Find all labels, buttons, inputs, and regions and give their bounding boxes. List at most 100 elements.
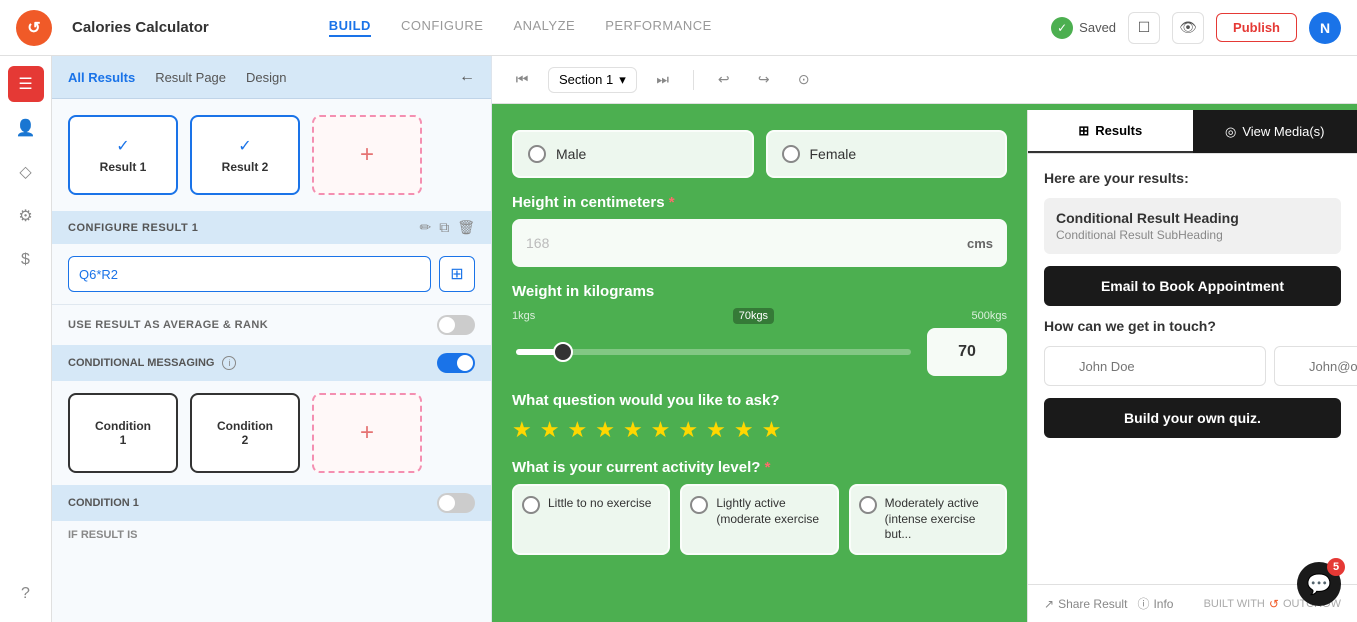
female-label: Female bbox=[810, 146, 857, 162]
activity3-label: Moderately active (intense exercise but.… bbox=[885, 496, 997, 543]
star-9[interactable]: ★ bbox=[734, 417, 754, 443]
activity1-label: Little to no exercise bbox=[548, 496, 651, 512]
email-input[interactable] bbox=[1274, 346, 1357, 386]
results-side-panel: ⊞ Results ◎ View Media(s) Here are your … bbox=[1027, 110, 1357, 622]
result2-label: Result 2 bbox=[222, 160, 269, 174]
user-icon-btn[interactable]: ⊙ bbox=[790, 66, 818, 94]
star-3[interactable]: ★ bbox=[567, 417, 587, 443]
preview-area: ⏮ Section 1 ▾ ⏭ ↩ ↪ ⊙ Male bbox=[492, 56, 1357, 622]
view-media-btn[interactable]: ◎ View Media(s) bbox=[1193, 110, 1357, 153]
panel-header: All Results Result Page Design ← bbox=[52, 56, 491, 99]
formula-input[interactable] bbox=[68, 256, 431, 292]
nav-build[interactable]: BUILD bbox=[329, 18, 371, 37]
publish-button[interactable]: Publish bbox=[1216, 13, 1297, 42]
activity-option-1[interactable]: Little to no exercise bbox=[512, 484, 670, 555]
result-card-2[interactable]: ✓ Result 2 bbox=[190, 115, 300, 195]
condition-cards-row: Condition 1 Condition 2 + bbox=[52, 381, 491, 485]
activity3-radio[interactable] bbox=[859, 496, 877, 514]
user-avatar[interactable]: N bbox=[1309, 12, 1341, 44]
activity2-radio[interactable] bbox=[690, 496, 708, 514]
condition1-toggle[interactable] bbox=[437, 493, 475, 513]
outcrow-icon: ↺ bbox=[1269, 597, 1279, 611]
results-body: Here are your results: Conditional Resul… bbox=[1028, 154, 1357, 454]
undo-btn[interactable]: ↩ bbox=[710, 66, 738, 94]
female-option[interactable]: Female bbox=[766, 130, 1008, 178]
section-select[interactable]: Section 1 ▾ bbox=[548, 67, 637, 93]
average-rank-toggle[interactable] bbox=[437, 315, 475, 335]
email-book-btn[interactable]: Email to Book Appointment bbox=[1044, 266, 1341, 306]
nav-analyze[interactable]: ANALYZE bbox=[513, 18, 575, 37]
gender-row: Male Female bbox=[512, 130, 1007, 178]
female-radio[interactable] bbox=[782, 145, 800, 163]
result-cards-row: ✓ Result 1 ✓ Result 2 + bbox=[52, 99, 491, 211]
condition-card-2[interactable]: Condition 2 bbox=[190, 393, 300, 473]
tab-design[interactable]: Design bbox=[246, 70, 286, 85]
condition1-label: Condition 1 bbox=[95, 419, 151, 447]
height-input-row[interactable]: 168 cms bbox=[512, 219, 1007, 267]
star-7[interactable]: ★ bbox=[678, 417, 698, 443]
slider-thumb[interactable] bbox=[553, 342, 573, 362]
conditional-messaging-header: CONDITIONAL MESSAGING i bbox=[52, 345, 491, 381]
redo-btn[interactable]: ↪ bbox=[750, 66, 778, 94]
star-10[interactable]: ★ bbox=[762, 417, 782, 443]
sidebar-item-person[interactable]: 👤 bbox=[8, 110, 44, 146]
weight-max-label: 500kgs bbox=[972, 310, 1007, 322]
configure-result-actions: ✏ ⧉ 🗑 bbox=[419, 219, 475, 236]
build-quiz-btn[interactable]: Build your own quiz. bbox=[1044, 398, 1341, 438]
formula-row: ⊞ bbox=[52, 244, 491, 304]
share-result-link[interactable]: ↗ Share Result bbox=[1044, 595, 1127, 612]
formula-icon-btn[interactable]: ⊞ bbox=[439, 256, 475, 292]
condition1-title: CONDITION 1 bbox=[68, 497, 139, 509]
tab-result-page[interactable]: Result Page bbox=[155, 70, 226, 85]
result2-check-icon: ✓ bbox=[238, 136, 251, 156]
nav-links: BUILD CONFIGURE ANALYZE PERFORMANCE bbox=[329, 18, 712, 37]
skip-back-btn[interactable]: ⏮ bbox=[508, 66, 536, 94]
chat-bubble[interactable]: 💬 5 bbox=[1297, 562, 1341, 606]
star-6[interactable]: ★ bbox=[651, 417, 671, 443]
male-label: Male bbox=[556, 146, 586, 162]
activity-option-3[interactable]: Moderately active (intense exercise but.… bbox=[849, 484, 1007, 555]
add-condition-button[interactable]: + bbox=[312, 393, 422, 473]
sidebar-item-gear[interactable]: ⚙ bbox=[8, 198, 44, 234]
height-unit: cms bbox=[967, 236, 993, 251]
tab-all-results[interactable]: All Results bbox=[68, 70, 135, 85]
sidebar-item-diamond[interactable]: ◇ bbox=[8, 154, 44, 190]
condition-card-1[interactable]: Condition 1 bbox=[68, 393, 178, 473]
info-link[interactable]: ⓘ Info bbox=[1137, 595, 1173, 612]
copy-icon[interactable]: ⧉ bbox=[439, 219, 449, 236]
nav-performance[interactable]: PERFORMANCE bbox=[605, 18, 712, 37]
nav-configure[interactable]: CONFIGURE bbox=[401, 18, 484, 37]
result-card-1[interactable]: ✓ Result 1 bbox=[68, 115, 178, 195]
activity-option-2[interactable]: Lightly active (moderate exercise bbox=[680, 484, 838, 555]
contact-inputs: 👤 ✉ bbox=[1044, 346, 1341, 386]
skip-forward-btn[interactable]: ⏭ bbox=[649, 66, 677, 94]
name-input[interactable] bbox=[1044, 346, 1266, 386]
saved-check-icon: ✓ bbox=[1051, 17, 1073, 39]
nav-eye-btn[interactable]: 👁 bbox=[1172, 12, 1204, 44]
conditional-info-icon[interactable]: i bbox=[222, 356, 236, 370]
results-tab[interactable]: ⊞ Results bbox=[1028, 110, 1193, 153]
activity1-radio[interactable] bbox=[522, 496, 540, 514]
panel-back-arrow[interactable]: ← bbox=[459, 68, 475, 86]
sidebar-item-help[interactable]: ? bbox=[8, 576, 44, 612]
male-option[interactable]: Male bbox=[512, 130, 754, 178]
star-2[interactable]: ★ bbox=[540, 417, 560, 443]
edit-icon[interactable]: ✏ bbox=[419, 219, 431, 236]
results-panel-header: ⊞ Results ◎ View Media(s) bbox=[1028, 110, 1357, 154]
star-8[interactable]: ★ bbox=[706, 417, 726, 443]
star-row[interactable]: ★ ★ ★ ★ ★ ★ ★ ★ ★ ★ bbox=[512, 417, 1007, 443]
sidebar-item-dollar[interactable]: $ bbox=[8, 242, 44, 278]
weight-slider-track[interactable] bbox=[516, 349, 911, 355]
star-4[interactable]: ★ bbox=[595, 417, 615, 443]
male-radio[interactable] bbox=[528, 145, 546, 163]
star-1[interactable]: ★ bbox=[512, 417, 532, 443]
delete-icon[interactable]: 🗑 bbox=[457, 219, 475, 236]
toolbar-separator bbox=[693, 70, 694, 90]
nav-icon-box[interactable]: ☐ bbox=[1128, 12, 1160, 44]
add-result-button[interactable]: + bbox=[312, 115, 422, 195]
sidebar-item-list[interactable]: ☰ bbox=[8, 66, 44, 102]
conditional-toggle[interactable] bbox=[437, 353, 475, 373]
star-5[interactable]: ★ bbox=[623, 417, 643, 443]
chat-badge: 5 bbox=[1327, 558, 1345, 576]
section-chevron-icon: ▾ bbox=[619, 72, 626, 88]
